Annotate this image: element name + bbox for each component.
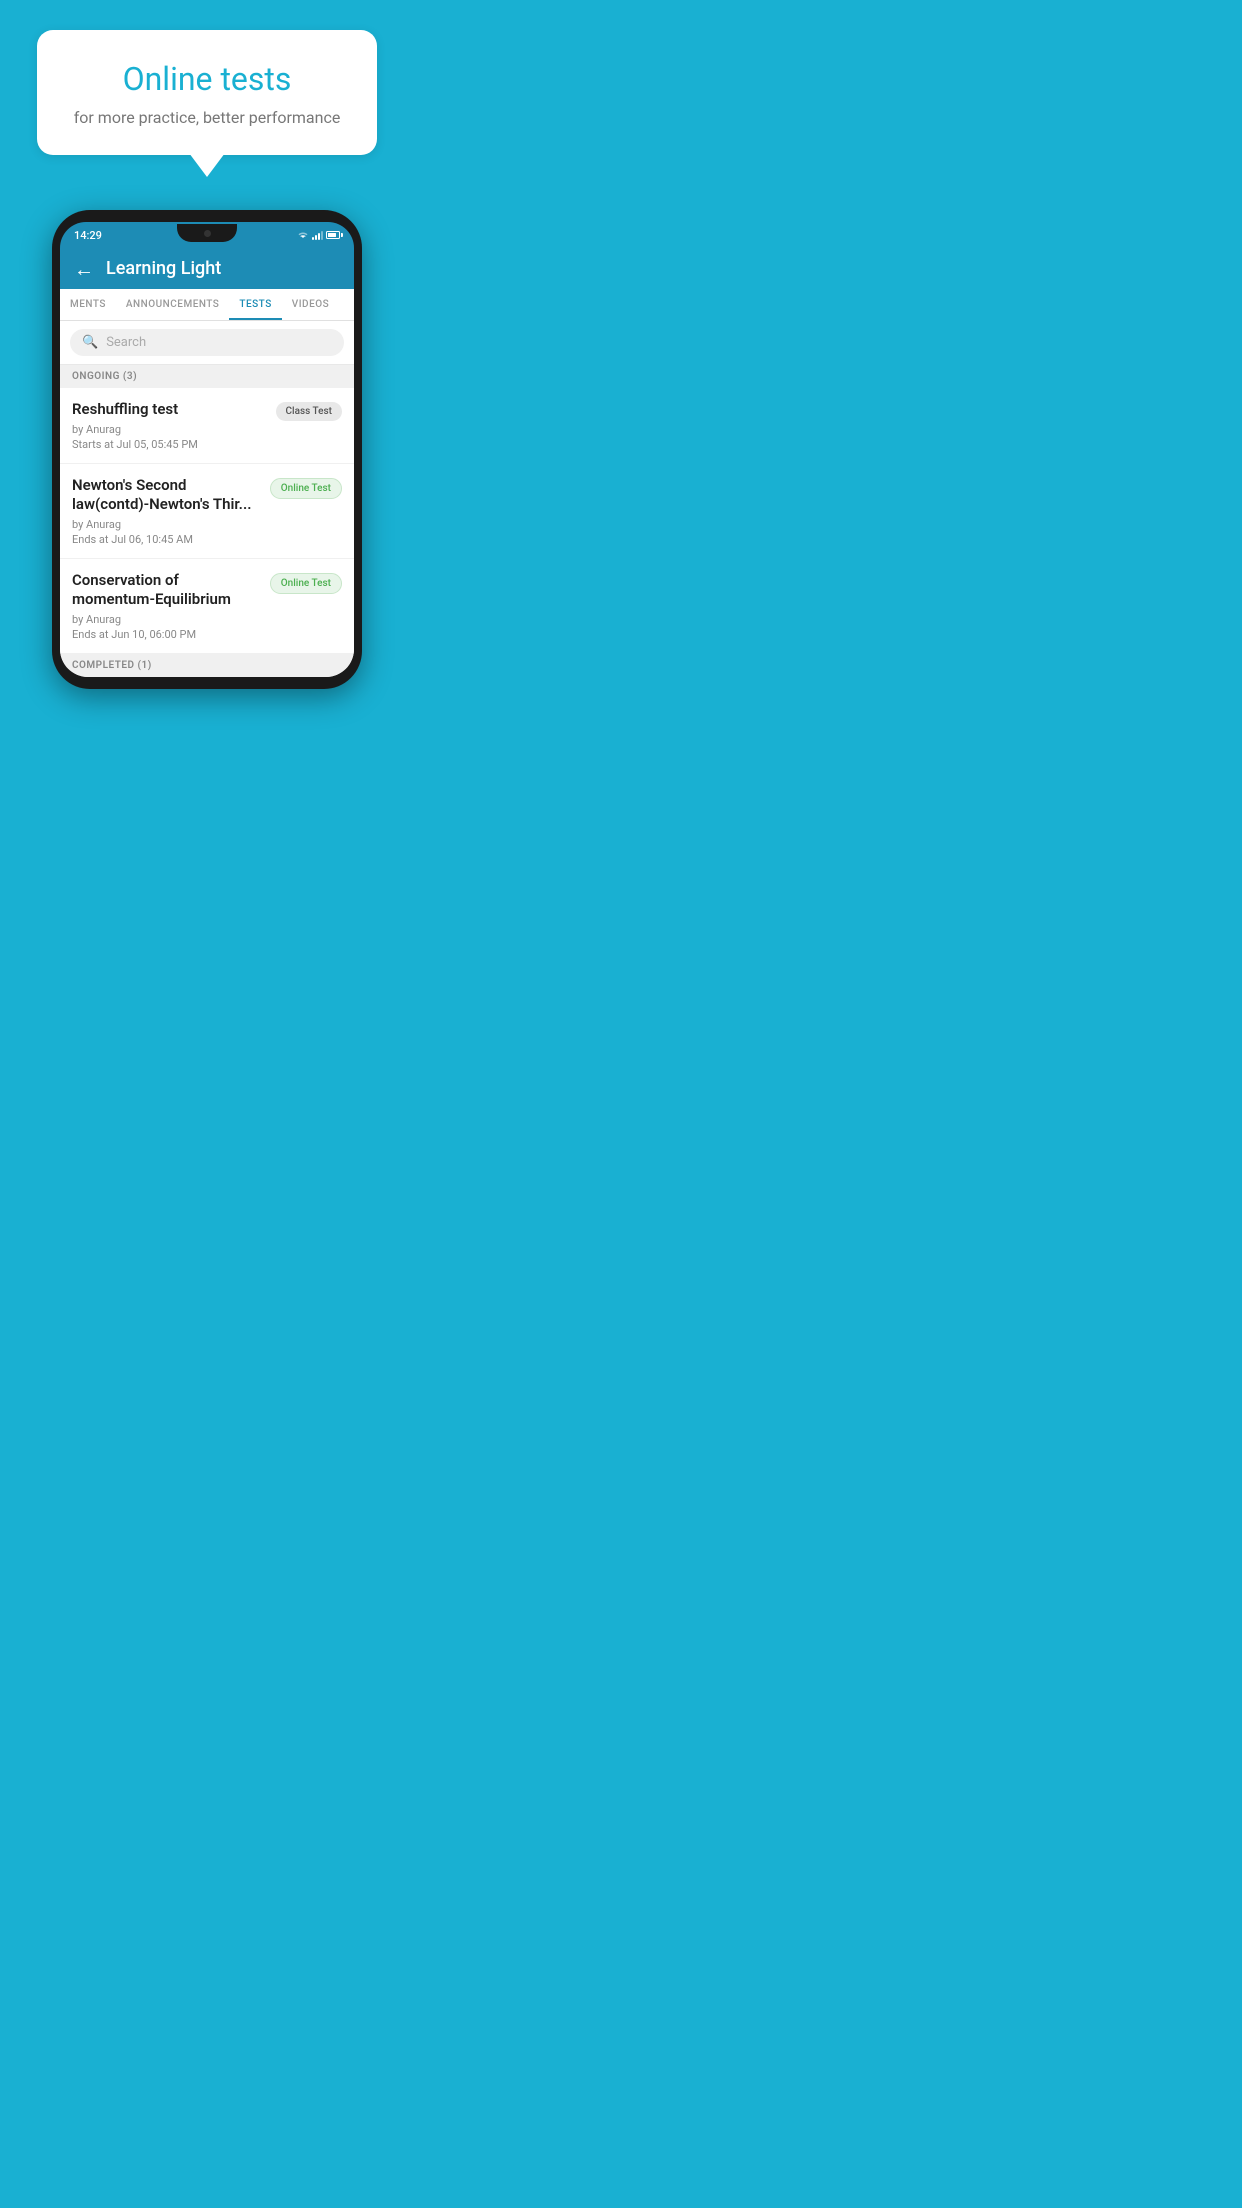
test-info-reshuffling: Reshuffling test by Anurag Starts at Jul… [72,400,268,451]
promo-subtitle: for more practice, better performance [57,108,357,127]
test-info-newtons: Newton's Second law(contd)-Newton's Thir… [72,476,262,546]
phone-screen: ← Learning Light MENTS ANNOUNCEMENTS TES… [60,248,354,677]
test-item-newtons[interactable]: Newton's Second law(contd)-Newton's Thir… [60,464,354,559]
promo-section: Online tests for more practice, better p… [0,0,414,155]
back-button[interactable]: ← [74,259,94,279]
battery-icon [326,231,340,239]
test-by-conservation: by Anurag [72,613,262,626]
status-time: 14:29 [74,229,102,242]
camera [204,230,211,237]
app-title: Learning Light [106,258,221,279]
phone-frame-wrapper: 14:29 [52,210,362,689]
promo-title: Online tests [57,60,357,98]
tab-announcements[interactable]: ANNOUNCEMENTS [116,289,229,320]
battery-fill [328,233,336,237]
test-item-conservation[interactable]: Conservation of momentum-Equilibrium by … [60,559,354,654]
ongoing-section-header: ONGOING (3) [60,365,354,388]
test-name-conservation: Conservation of momentum-Equilibrium [72,571,262,610]
test-by-newtons: by Anurag [72,518,262,531]
test-badge-conservation: Online Test [270,573,342,594]
app-header: ← Learning Light [60,248,354,289]
test-badge-newtons: Online Test [270,478,342,499]
test-name-reshuffling: Reshuffling test [72,400,268,420]
tab-ments[interactable]: MENTS [60,289,116,320]
search-icon: 🔍 [82,335,98,350]
status-bar: 14:29 [60,222,354,248]
test-list: Reshuffling test by Anurag Starts at Jul… [60,388,354,654]
test-time-reshuffling: Starts at Jul 05, 05:45 PM [72,438,268,451]
tab-videos[interactable]: VIDEOS [282,289,339,320]
tabs-bar: MENTS ANNOUNCEMENTS TESTS VIDEOS [60,289,354,321]
wifi-icon [297,230,309,240]
tab-tests[interactable]: TESTS [229,289,281,320]
signal-icon [312,230,323,240]
test-by-reshuffling: by Anurag [72,423,268,436]
search-placeholder: Search [106,335,146,350]
search-container: 🔍 Search [60,321,354,365]
status-icons [297,230,340,240]
test-name-newtons: Newton's Second law(contd)-Newton's Thir… [72,476,262,515]
test-time-newtons: Ends at Jul 06, 10:45 AM [72,533,262,546]
completed-section-header: COMPLETED (1) [60,654,354,677]
test-item-reshuffling[interactable]: Reshuffling test by Anurag Starts at Jul… [60,388,354,464]
phone-frame: 14:29 [52,210,362,689]
search-bar[interactable]: 🔍 Search [70,329,344,356]
test-info-conservation: Conservation of momentum-Equilibrium by … [72,571,262,641]
test-time-conservation: Ends at Jun 10, 06:00 PM [72,628,262,641]
notch [177,224,237,242]
test-badge-reshuffling: Class Test [276,402,342,421]
speech-bubble: Online tests for more practice, better p… [37,30,377,155]
